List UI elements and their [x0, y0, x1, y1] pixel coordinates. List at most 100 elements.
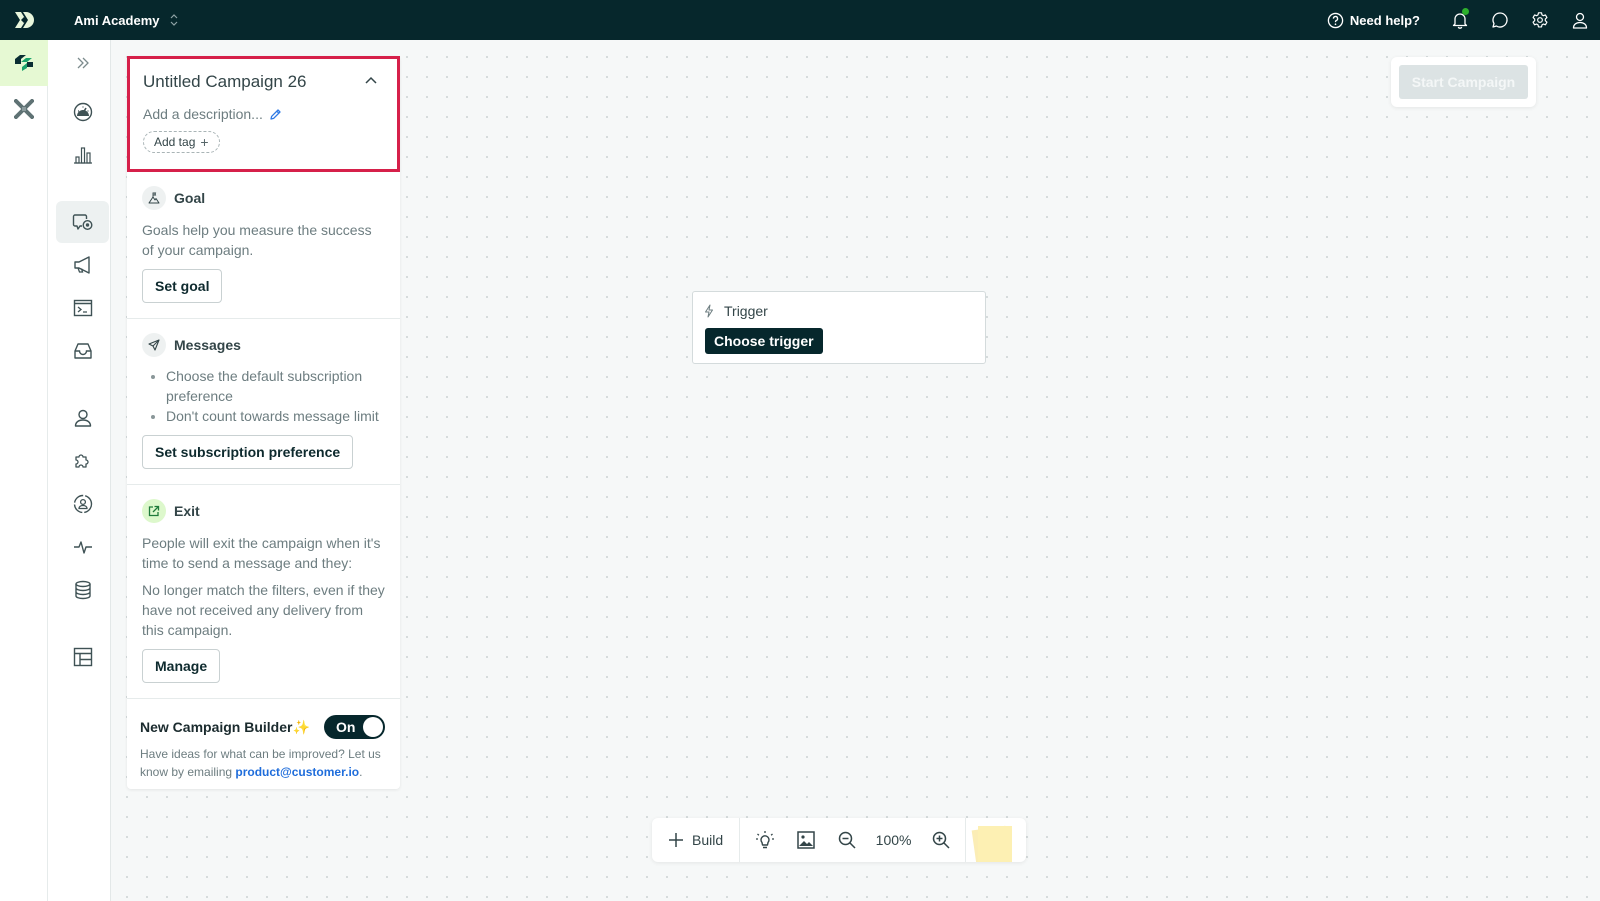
start-campaign-button[interactable]: Start Campaign: [1399, 65, 1528, 99]
sticky-note-button[interactable]: [966, 818, 1026, 862]
zoom-in-icon: [932, 831, 950, 849]
account-button[interactable]: [1560, 0, 1600, 40]
chat-bubble-icon: [1492, 12, 1508, 28]
start-campaign-container: Start Campaign: [1391, 57, 1536, 107]
add-tag-button[interactable]: Add tag +: [143, 131, 220, 153]
notifications-button[interactable]: [1440, 0, 1480, 40]
messages-bullet: Choose the default subscription preferen…: [166, 366, 385, 406]
zoom-level: 100%: [875, 832, 912, 848]
exit-section: Exit People will exit the campaign when …: [127, 485, 400, 699]
journeys-app-button[interactable]: [0, 40, 48, 86]
lightbulb-icon: [755, 831, 774, 849]
campaign-settings-panel: Untitled Campaign 26 Add a description..…: [127, 56, 400, 789]
help-label: Need help?: [1349, 12, 1420, 28]
build-button[interactable]: Build: [652, 818, 741, 862]
notification-dot: [1462, 8, 1469, 15]
pipelines-app-button[interactable]: [0, 86, 48, 132]
app-switcher-rail: [0, 40, 48, 901]
goal-flag-icon: [142, 186, 166, 210]
feedback-text: Have ideas for what can be improved? Let…: [140, 745, 387, 781]
choose-trigger-button[interactable]: Choose trigger: [705, 328, 823, 354]
campaigns-icon: [72, 214, 93, 231]
sticky-note-icon: [978, 826, 1013, 862]
help-button[interactable]: Need help?: [1327, 12, 1420, 29]
toggle-knob: [363, 717, 383, 737]
description-field[interactable]: Add a description...: [143, 106, 383, 122]
exit-external-link-icon: [142, 499, 166, 523]
pulse-icon: [73, 541, 92, 554]
logo-icon: [15, 12, 34, 28]
paper-plane-icon: [142, 333, 166, 357]
collapse-panel-button[interactable]: [365, 76, 377, 84]
goal-section: Goal Goals help you measure the success …: [127, 172, 400, 319]
image-icon: [796, 831, 815, 849]
nav-campaigns[interactable]: [56, 201, 109, 243]
zoom-out-button[interactable]: [826, 818, 867, 862]
new-builder-title-text: New Campaign Builder: [140, 718, 293, 735]
nav-data[interactable]: [56, 569, 109, 611]
new-builder-title: New Campaign Builder✨: [140, 719, 310, 736]
nav-segments[interactable]: [56, 483, 109, 525]
messages-bullet: Don't count towards message limit: [166, 406, 385, 426]
settings-button[interactable]: [1520, 0, 1560, 40]
set-goal-button[interactable]: Set goal: [142, 269, 223, 303]
chevron-up-icon: [365, 76, 377, 84]
trigger-node[interactable]: Trigger Choose trigger: [692, 291, 986, 364]
zoom-out-icon: [838, 831, 856, 849]
nav-people[interactable]: [56, 397, 109, 439]
bar-chart-icon: [73, 147, 92, 164]
image-button[interactable]: [785, 818, 826, 862]
nav-analytics[interactable]: [56, 134, 109, 176]
expand-nav-button[interactable]: [56, 42, 109, 84]
tips-button[interactable]: [744, 818, 785, 862]
layout-table-icon: [73, 647, 92, 667]
nav-integrations[interactable]: [56, 440, 109, 482]
canvas-toolbar: Build 100%: [652, 818, 1026, 862]
database-icon: [74, 580, 91, 600]
megaphone-icon: [73, 256, 90, 274]
pencil-icon: [270, 108, 281, 120]
plus-icon: [669, 833, 683, 847]
feedback-email-link[interactable]: product@customer.io: [235, 765, 359, 779]
pipelines-logo-icon: [14, 99, 34, 119]
plus-icon: +: [200, 134, 209, 150]
nav-activity[interactable]: [56, 526, 109, 568]
chevron-up-down-icon: [170, 13, 178, 27]
description-placeholder: Add a description...: [143, 106, 263, 122]
set-subscription-preference-button[interactable]: Set subscription preference: [142, 435, 354, 469]
customerio-logo[interactable]: [0, 0, 48, 40]
trigger-label: Trigger: [724, 303, 768, 319]
new-builder-section: New Campaign Builder✨ On Have ideas for …: [127, 699, 400, 789]
manage-exit-button[interactable]: Manage: [142, 649, 221, 683]
toggle-label: On: [336, 719, 356, 735]
sparkle-icon: ✨: [292, 718, 310, 735]
messages-bullet-list: Choose the default subscription preferen…: [142, 366, 385, 426]
nav-inbox[interactable]: [56, 330, 109, 372]
double-chevron-right-icon: [77, 57, 89, 69]
nav-transactional[interactable]: [56, 287, 109, 329]
exit-condition: No longer match the filters, even if the…: [142, 582, 385, 638]
nav-broadcasts[interactable]: [56, 244, 109, 286]
puzzle-icon: [74, 454, 89, 468]
chat-button[interactable]: [1480, 0, 1520, 40]
nav-content[interactable]: [56, 636, 109, 678]
build-label: Build: [692, 832, 724, 848]
nav-dashboard[interactable]: [56, 91, 109, 133]
messages-title: Messages: [174, 337, 241, 353]
add-tag-label: Add tag: [154, 135, 196, 149]
lightning-bolt-icon: [705, 304, 713, 318]
campaign-header-highlighted: Untitled Campaign 26 Add a description..…: [127, 56, 400, 172]
nav-rail: [48, 40, 111, 901]
exit-title: Exit: [174, 503, 200, 519]
user-icon: [1572, 12, 1588, 29]
inbox-icon: [73, 343, 92, 359]
terminal-icon: [73, 299, 92, 317]
campaign-title[interactable]: Untitled Campaign 26: [143, 72, 383, 92]
goal-description: Goals help you measure the success of yo…: [142, 222, 372, 258]
top-bar: Ami Academy Need help?: [0, 0, 1600, 40]
new-builder-toggle[interactable]: On: [324, 715, 385, 739]
workspace-switcher[interactable]: Ami Academy: [74, 13, 178, 28]
messages-section: Messages Choose the default subscription…: [127, 319, 400, 485]
person-icon: [74, 409, 91, 427]
zoom-in-button[interactable]: [920, 818, 961, 862]
